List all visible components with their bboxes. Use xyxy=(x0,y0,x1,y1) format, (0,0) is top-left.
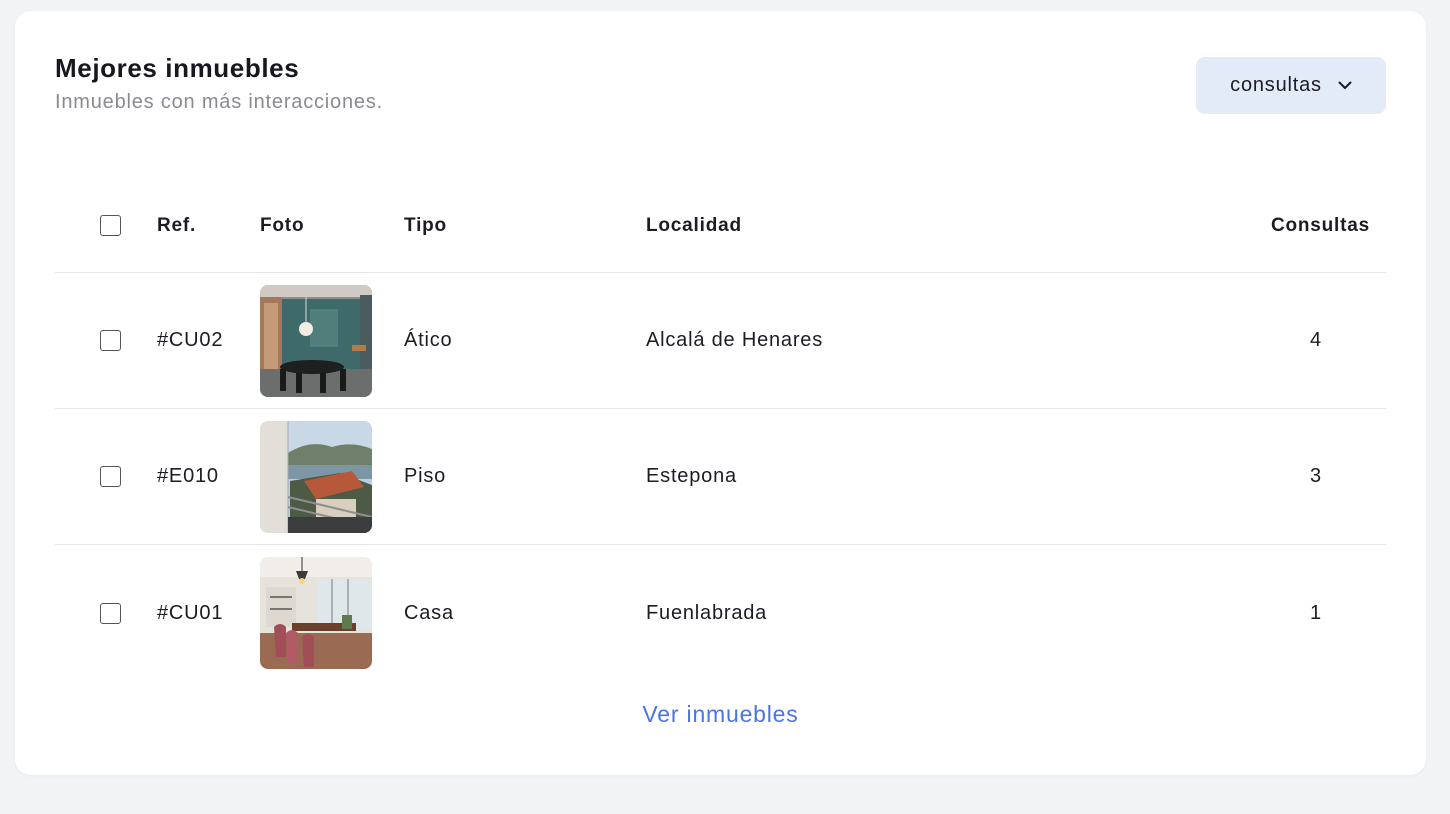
card-title: Mejores inmuebles xyxy=(55,53,300,83)
balcony-view-photo[interactable] xyxy=(260,420,372,533)
row-localidad: Fuenlabrada xyxy=(646,601,768,624)
row-tipo: Ático xyxy=(404,329,453,351)
sort-by-value: consultas xyxy=(1230,74,1322,96)
col-header-tipo: Tipo xyxy=(404,214,447,236)
row-tipo: Piso xyxy=(404,465,447,487)
row-checkbox[interactable] xyxy=(100,466,121,487)
table-header: Ref. Foto Tipo Localidad Consultas xyxy=(55,179,1386,273)
col-header-ref: Ref. xyxy=(157,214,197,236)
select-all-checkbox[interactable] xyxy=(100,215,121,236)
row-localidad: Alcalá de Henares xyxy=(646,329,824,351)
row-ref: #CU01 xyxy=(157,601,224,624)
table-row[interactable]: #CU02 Ático Alcalá de Henares 4 xyxy=(55,273,1386,409)
row-consultas: 3 xyxy=(1310,465,1322,487)
chevron-down-icon xyxy=(1338,81,1352,90)
row-ref: #CU02 xyxy=(157,329,224,351)
dining-room-photo[interactable] xyxy=(260,284,372,397)
row-checkbox[interactable] xyxy=(100,330,121,351)
table-row[interactable]: #E010 Piso Estepona 3 xyxy=(55,409,1386,545)
col-header-foto: Foto xyxy=(260,214,305,236)
row-ref: #E010 xyxy=(157,465,219,487)
top-properties-card: Mejores inmuebles Inmuebles con más inte… xyxy=(15,11,1426,775)
row-checkbox[interactable] xyxy=(100,602,121,624)
col-header-consultas: Consultas xyxy=(1270,214,1370,236)
view-properties-link[interactable]: Ver inmuebles xyxy=(15,701,1426,728)
table-row[interactable]: #CU01 Casa Fuenlabrada 1 xyxy=(55,545,1386,681)
row-tipo: Casa xyxy=(404,601,454,624)
row-localidad: Estepona xyxy=(646,465,737,487)
dining-room-photo[interactable] xyxy=(260,557,372,669)
sort-by-select[interactable]: consultas xyxy=(1196,57,1386,114)
col-header-localidad: Localidad xyxy=(646,214,742,236)
row-consultas: 4 xyxy=(1310,329,1322,351)
row-consultas: 1 xyxy=(1310,601,1322,624)
card-subtitle: Inmuebles con más interacciones. xyxy=(55,91,383,113)
